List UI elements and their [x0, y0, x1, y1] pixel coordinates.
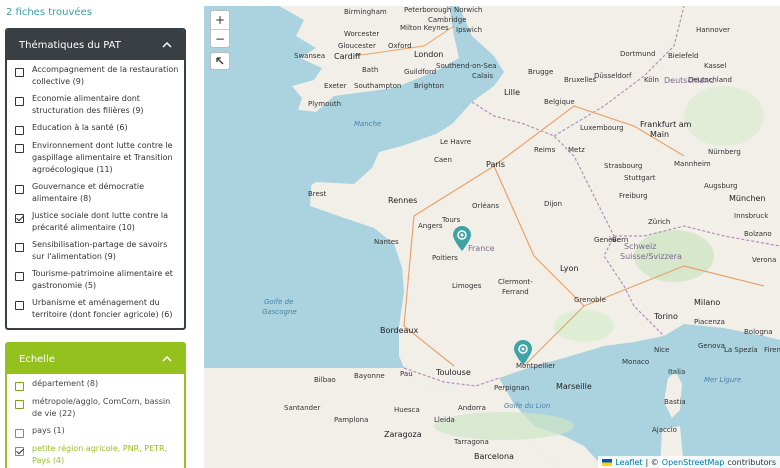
result-count: 2 fiches trouvées: [6, 7, 92, 18]
zoom-in-button[interactable]: +: [211, 11, 229, 29]
theme-checkbox[interactable]: [15, 144, 24, 153]
theme-option-label: Gouvernance et démocratie alimentaire (8…: [32, 182, 145, 203]
osm-link[interactable]: OpenStreetMap: [662, 458, 725, 467]
theme-option[interactable]: Urbanisme et aménagement du territoire (…: [15, 297, 180, 321]
echelle-checkbox[interactable]: [15, 400, 24, 409]
echelle-option-label: département (8): [32, 379, 99, 388]
theme-checkbox[interactable]: [15, 97, 24, 106]
theme-checkbox[interactable]: [15, 243, 24, 252]
ukraine-flag-icon: [602, 458, 613, 466]
map-pin-icon: [453, 226, 471, 251]
theme-checkbox[interactable]: [15, 126, 24, 135]
echelle-list: département (8) métropole/agglo, ComCom, …: [7, 374, 184, 467]
theme-option[interactable]: Justice sociale dont lutte contre la pré…: [15, 210, 180, 234]
map-marker[interactable]: [452, 226, 472, 252]
theme-checkbox[interactable]: [15, 185, 24, 194]
theme-option-label: Environnement dont lutte contre le gaspi…: [32, 141, 173, 174]
echelle-panel-header[interactable]: Echelle: [7, 344, 184, 374]
theme-option[interactable]: Accompagnement de la restauration collec…: [15, 64, 180, 88]
arrow-up-left-icon: [216, 57, 224, 65]
theme-checkbox[interactable]: [15, 68, 24, 77]
theme-checkbox[interactable]: [15, 272, 24, 281]
echelle-option-label: métropole/agglo, ComCom, bassin de vie (…: [32, 397, 171, 418]
attribution-separator: | ©: [645, 457, 659, 467]
map-pin-icon: [514, 340, 532, 365]
theme-option-label: Economie alimentaire dont structuration …: [32, 94, 144, 115]
theme-option[interactable]: Economie alimentaire dont structuration …: [15, 93, 180, 117]
echelle-option[interactable]: métropole/agglo, ComCom, bassin de vie (…: [15, 396, 180, 420]
themes-panel-title: Thématiques du PAT: [19, 39, 121, 51]
echelle-panel: Echelle département (8) métropole/agglo, …: [5, 342, 186, 468]
reset-view-button[interactable]: [210, 52, 230, 70]
themes-list: Accompagnement de la restauration collec…: [7, 60, 184, 321]
echelle-option-label: pays (1): [32, 426, 65, 435]
map-attribution: Leaflet | © OpenStreetMap contributors: [598, 456, 780, 468]
theme-option-label: Education à la santé (6): [32, 123, 128, 132]
filter-sidebar: 2 fiches trouvées Thématiques du PAT Acc…: [0, 0, 196, 468]
chevron-up-icon[interactable]: [160, 38, 174, 52]
themes-panel: Thématiques du PAT Accompagnement de la …: [5, 28, 186, 330]
theme-option[interactable]: Education à la santé (6): [15, 122, 180, 135]
theme-option-label: Justice sociale dont lutte contre la pré…: [32, 211, 169, 232]
map-marker[interactable]: [513, 340, 533, 366]
echelle-checkbox[interactable]: [15, 382, 24, 391]
theme-option[interactable]: Sensibilisation-partage de savoirs sur l…: [15, 239, 180, 263]
theme-option[interactable]: Environnement dont lutte contre le gaspi…: [15, 140, 180, 176]
theme-checkbox[interactable]: [15, 301, 24, 310]
echelle-checkbox[interactable]: [15, 447, 24, 456]
theme-option-label: Accompagnement de la restauration collec…: [32, 65, 179, 86]
echelle-option-label: petite région agricole, PNR, PETR, Pays …: [32, 444, 168, 465]
map[interactable]: Birmingham Peterborough Norwich Worceste…: [204, 6, 780, 468]
echelle-panel-title: Echelle: [19, 353, 56, 365]
zoom-control: + −: [210, 10, 230, 48]
page: 2 fiches trouvées Thématiques du PAT Acc…: [0, 0, 780, 468]
theme-option-label: Tourisme-patrimoine alimentaire et gastr…: [32, 269, 173, 290]
theme-option[interactable]: Tourisme-patrimoine alimentaire et gastr…: [15, 268, 180, 292]
zoom-out-button[interactable]: −: [211, 29, 229, 47]
themes-panel-header[interactable]: Thématiques du PAT: [7, 30, 184, 60]
echelle-option[interactable]: département (8): [15, 378, 180, 391]
theme-option-label: Sensibilisation-partage de savoirs sur l…: [32, 240, 168, 261]
echelle-option[interactable]: pays (1): [15, 425, 180, 438]
leaflet-link[interactable]: Leaflet: [615, 458, 642, 467]
echelle-option[interactable]: petite région agricole, PNR, PETR, Pays …: [15, 443, 180, 467]
theme-option[interactable]: Gouvernance et démocratie alimentaire (8…: [15, 181, 180, 205]
echelle-checkbox[interactable]: [15, 429, 24, 438]
theme-option-label: Urbanisme et aménagement du territoire (…: [32, 298, 173, 319]
theme-checkbox[interactable]: [15, 214, 24, 223]
attribution-contributors: contributors: [727, 457, 776, 467]
chevron-up-icon[interactable]: [160, 352, 174, 366]
